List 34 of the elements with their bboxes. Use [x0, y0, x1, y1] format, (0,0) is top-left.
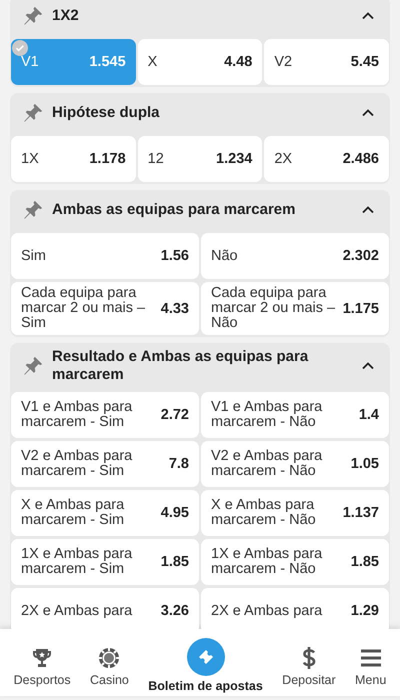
odds-button[interactable]: V2 e Ambas para marcarem - Sim 7.8: [11, 441, 199, 487]
odds-button[interactable]: Cada equipa para marcar 2 ou mais – Sim 4.33: [11, 282, 199, 335]
odds-button[interactable]: V1 e Ambas para marcarem - Não 1.4: [201, 392, 389, 438]
odds-button[interactable]: 1X 1.178: [11, 136, 136, 182]
market-title: Hipótese dupla: [52, 104, 161, 122]
check-icon: [12, 40, 28, 56]
odds-button[interactable]: 1X e Ambas para marcarem - Sim 1.85: [11, 539, 199, 585]
odds-button[interactable]: Sim 1.56: [11, 233, 199, 279]
nav-item[interactable]: Desportos: [14, 646, 71, 696]
odds-button[interactable]: 2X 2.486: [264, 136, 389, 182]
nav-item[interactable]: Boletim de apostas: [148, 638, 263, 696]
market-title: Resultado e Ambas as equipas para marcarem: [52, 348, 310, 384]
odds-button[interactable]: X e Ambas para marcarem - Sim 4.95: [11, 490, 199, 536]
odds-button[interactable]: X 4.48: [138, 39, 262, 85]
odds-button[interactable]: Não 2.302: [201, 233, 389, 279]
chip-icon: [97, 646, 122, 670]
nav-item[interactable]: Depositar: [282, 646, 336, 696]
pin-icon[interactable]: [22, 199, 44, 221]
pin-icon[interactable]: [22, 5, 44, 27]
odds-button[interactable]: 1X e Ambas para marcarem - Não 1.85: [201, 539, 389, 585]
nav-item[interactable]: Casino: [90, 646, 129, 696]
odds-button[interactable]: 12 1.234: [138, 136, 262, 182]
odds-button[interactable]: 2X e Ambas para 1.29: [201, 588, 389, 629]
pin-icon[interactable]: [22, 102, 44, 124]
pin-icon[interactable]: [22, 355, 44, 377]
odds-button[interactable]: V2 5.45: [264, 39, 389, 85]
odds-button[interactable]: Cada equipa para marcar 2 ou mais – Não 1.175: [201, 282, 389, 335]
odds-button[interactable]: 2X e Ambas para 3.26: [11, 588, 199, 629]
odds-button[interactable]: X e Ambas para marcarem - Não 1.137: [201, 490, 389, 536]
market-title: Ambas as equipas para marcarem: [52, 201, 296, 219]
odds-button[interactable]: V2 e Ambas para marcarem - Não 1.05: [201, 441, 389, 487]
market-title: 1X2: [52, 7, 80, 25]
odds-button[interactable]: V1 e Ambas para marcarem - Sim 2.72: [11, 392, 199, 438]
nav-item[interactable]: Menu: [355, 646, 386, 696]
